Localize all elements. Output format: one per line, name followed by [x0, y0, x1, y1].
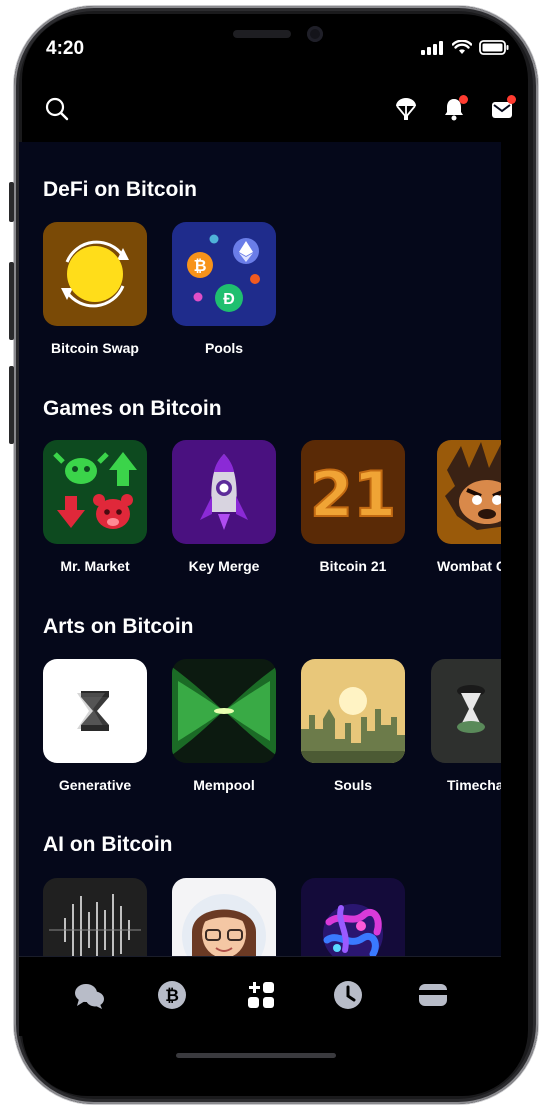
signal-icon [421, 40, 443, 55]
timechain-icon [431, 659, 501, 763]
notifications-button[interactable] [441, 95, 468, 122]
wifi-icon [452, 40, 472, 54]
app-label: Timecha [447, 777, 501, 793]
app-label: Bitcoin Swap [51, 340, 139, 356]
app-directory[interactable]: DeFi on Bitcoin Bitcoin Swap ₿ Đ Pools G… [19, 142, 501, 956]
section-title-games: Games on Bitcoin [43, 397, 222, 420]
app-label: Bitcoin 21 [319, 558, 387, 574]
svg-text:Đ: Đ [223, 291, 235, 308]
avatar-portrait-icon [172, 878, 276, 956]
city-sunset-icon [301, 659, 405, 763]
app-mr-market[interactable]: Mr. Market [43, 440, 147, 574]
battery-icon [479, 40, 509, 55]
search-button[interactable] [44, 96, 70, 122]
app-souls[interactable]: Souls [301, 659, 405, 793]
app-label: Generative [58, 777, 132, 793]
hourglass-icon [43, 659, 147, 763]
section-title-ai: AI on Bitcoin [43, 833, 173, 856]
status-icons [421, 40, 509, 55]
search-icon [45, 97, 69, 121]
svg-text:₿: ₿ [165, 986, 179, 1006]
app-ai-avatar[interactable] [172, 878, 276, 956]
nav-bitcoin[interactable]: ₿ [156, 979, 188, 1011]
number-21-icon: 21 [301, 440, 405, 544]
bottom-nav: ₿ [19, 956, 501, 1036]
speaker [233, 30, 291, 38]
app-bitcoin-21[interactable]: 21 Bitcoin 21 [301, 440, 405, 574]
nav-chat[interactable] [73, 979, 105, 1011]
app-label: Mr. Market [60, 558, 130, 574]
pools-icon: ₿ Đ [172, 222, 276, 326]
app-ai-waveform[interactable] [43, 878, 147, 956]
mempool-art-icon [172, 659, 276, 763]
clock-icon [334, 981, 362, 1009]
svg-text:₿: ₿ [193, 257, 206, 275]
neural-sphere-icon [301, 878, 405, 956]
app-label: Wombat C [437, 558, 501, 574]
app-label: Key Merge [188, 558, 260, 574]
header-actions [393, 95, 516, 122]
app-ai-sphere[interactable] [301, 878, 405, 956]
bitcoin-icon: ₿ [158, 981, 186, 1009]
apps-icon [248, 982, 274, 1008]
nav-wallet[interactable] [417, 979, 449, 1011]
volume-down-button [9, 366, 14, 444]
nav-history[interactable] [332, 979, 364, 1011]
app-pools[interactable]: ₿ Đ Pools [172, 222, 276, 356]
front-camera [307, 26, 323, 42]
mute-switch [9, 182, 14, 222]
svg-text:21: 21 [310, 458, 396, 531]
wombat-icon [437, 440, 501, 544]
app-wombat[interactable]: Wombat C [437, 440, 501, 574]
app-generative[interactable]: Generative [43, 659, 147, 793]
app-label: Souls [333, 777, 373, 793]
home-indicator [176, 1053, 336, 1058]
bull-bear-icon [43, 440, 147, 544]
app-key-merge[interactable]: Key Merge [172, 440, 276, 574]
app-mempool[interactable]: Mempool [172, 659, 276, 793]
section-title-arts: Arts on Bitcoin [43, 615, 194, 638]
nav-apps[interactable] [245, 979, 277, 1011]
messages-button[interactable] [489, 95, 516, 122]
notification-badge [459, 95, 468, 104]
status-time: 4:20 [46, 38, 85, 59]
parachute-icon [396, 98, 416, 120]
swap-icon [43, 222, 147, 326]
wallet-icon [419, 984, 447, 1006]
rocket-icon [172, 440, 276, 544]
app-label: Mempool [193, 777, 255, 793]
waveform-icon [43, 878, 147, 956]
section-title-defi: DeFi on Bitcoin [43, 178, 197, 201]
volume-up-button [9, 262, 14, 340]
app-label: Pools [204, 340, 244, 356]
app-bitcoin-swap[interactable]: Bitcoin Swap [43, 222, 147, 356]
chat-icon [75, 984, 104, 1009]
message-badge [507, 95, 516, 104]
app-timechain[interactable]: Timecha [431, 659, 501, 793]
airdrop-button[interactable] [393, 96, 419, 122]
